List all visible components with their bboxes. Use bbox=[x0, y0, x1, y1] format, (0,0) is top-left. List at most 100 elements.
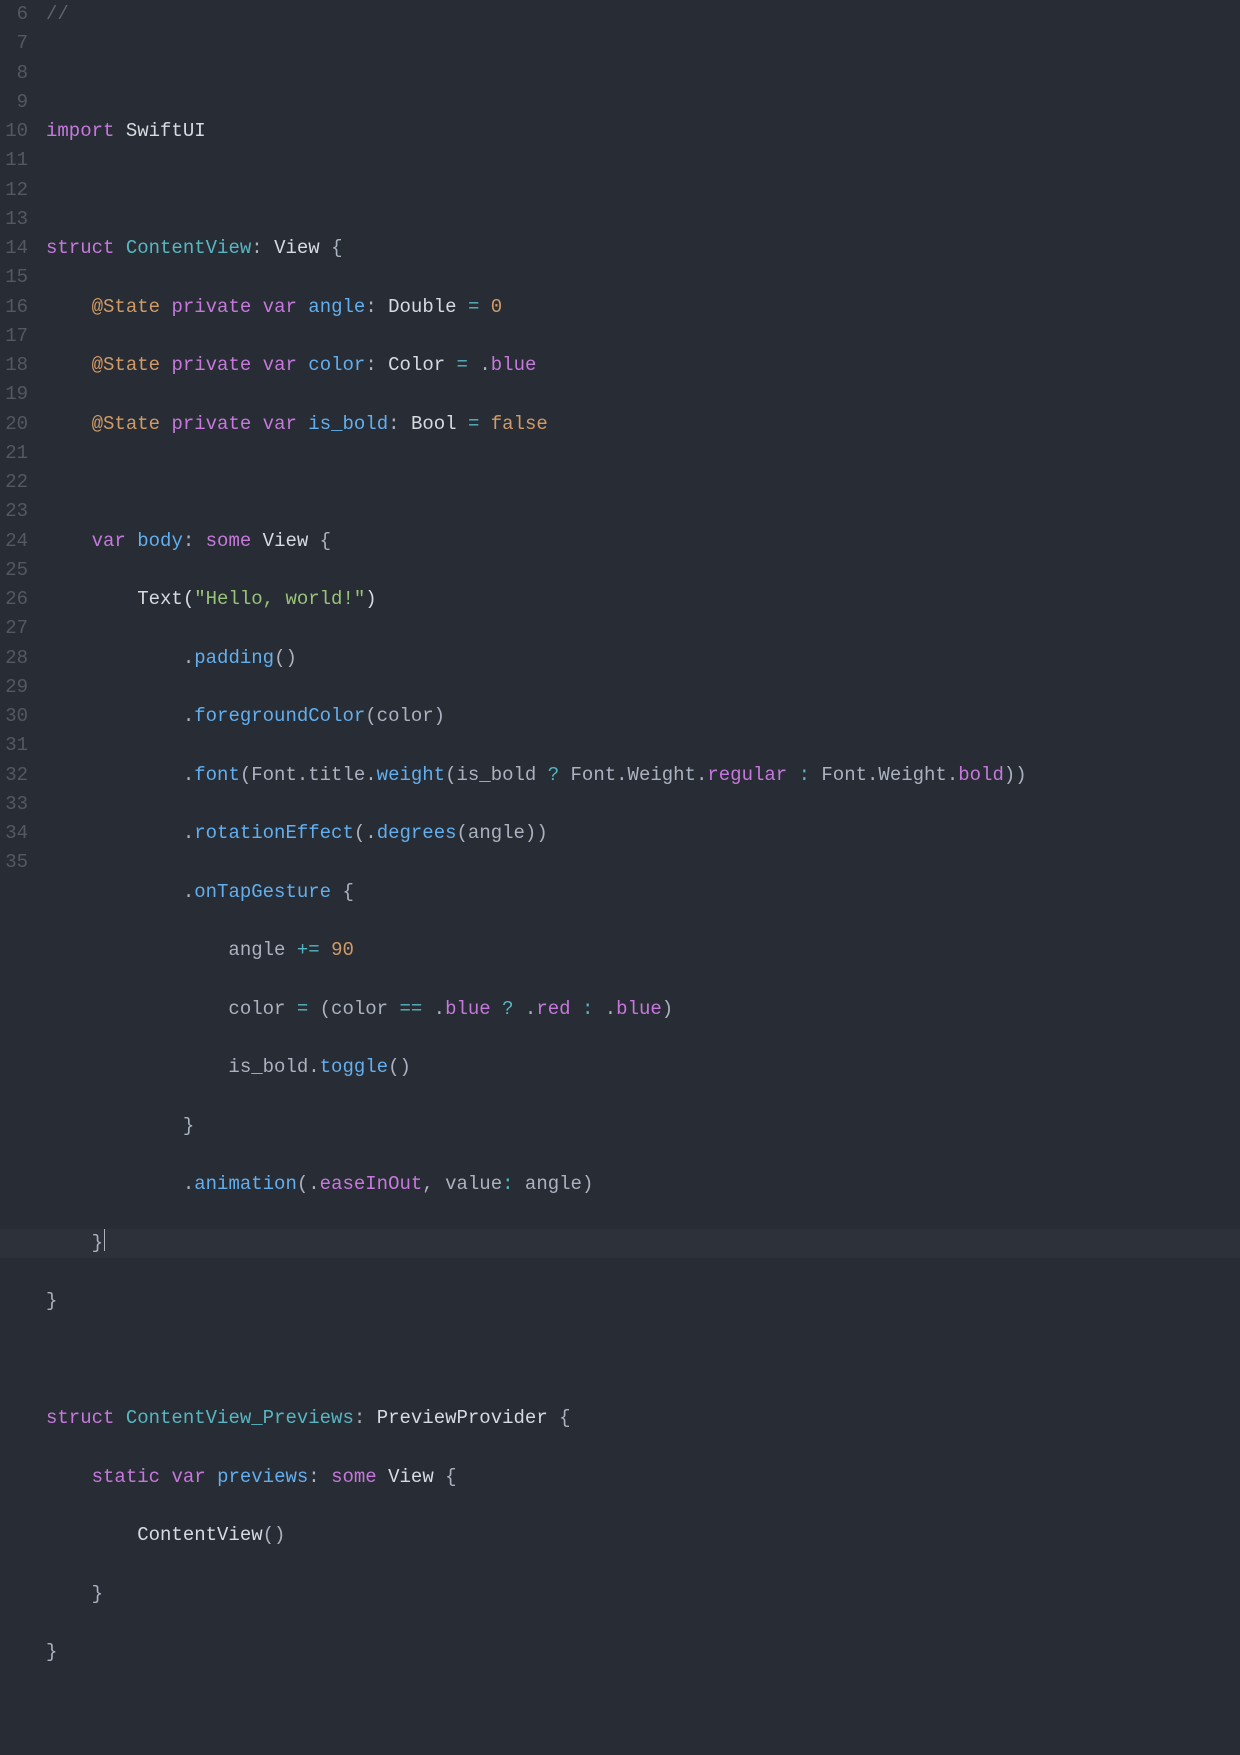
token-pln: Font.Weight. bbox=[810, 764, 958, 786]
token-pln2: View bbox=[263, 530, 309, 552]
code-line[interactable]: Text("Hello, world!") bbox=[46, 585, 1240, 614]
token-pln: : bbox=[388, 413, 411, 435]
token-attr: @State bbox=[92, 354, 160, 376]
code-line[interactable]: } bbox=[0, 1229, 1240, 1258]
code-area[interactable]: // import SwiftUI struct ContentView: Vi… bbox=[36, 0, 1240, 896]
code-line[interactable]: } bbox=[46, 1580, 1240, 1609]
code-line[interactable] bbox=[46, 59, 1240, 88]
code-line[interactable]: struct ContentView_Previews: PreviewProv… bbox=[46, 1404, 1240, 1433]
token-kw: struct bbox=[46, 1407, 114, 1429]
token-var: is_bold bbox=[308, 413, 388, 435]
token-op: == bbox=[399, 998, 422, 1020]
code-line[interactable]: .onTapGesture { bbox=[46, 878, 1240, 907]
code-line[interactable]: } bbox=[46, 1287, 1240, 1316]
token-pln bbox=[297, 296, 308, 318]
token-pln bbox=[160, 296, 171, 318]
token-pln: Font.Weight. bbox=[559, 764, 707, 786]
code-line[interactable]: // bbox=[46, 0, 1240, 29]
token-enum: blue bbox=[616, 998, 662, 1020]
token-enum: red bbox=[536, 998, 570, 1020]
code-line[interactable] bbox=[46, 1346, 1240, 1375]
token-fn: padding bbox=[194, 647, 274, 669]
token-pln: . bbox=[468, 354, 491, 376]
code-line[interactable]: @State private var angle: Double = 0 bbox=[46, 293, 1240, 322]
code-line[interactable]: .font(Font.title.weight(is_bold ? Font.W… bbox=[46, 761, 1240, 790]
code-line[interactable]: import SwiftUI bbox=[46, 117, 1240, 146]
line-number: 23 bbox=[0, 497, 28, 526]
token-pln bbox=[160, 354, 171, 376]
token-pln: () bbox=[263, 1524, 286, 1546]
code-line[interactable] bbox=[46, 468, 1240, 497]
code-line[interactable]: .rotationEffect(.degrees(angle)) bbox=[46, 819, 1240, 848]
code-line[interactable]: static var previews: some View { bbox=[46, 1463, 1240, 1492]
token-pln2: View bbox=[388, 1466, 434, 1488]
line-number: 10 bbox=[0, 117, 28, 146]
code-line[interactable]: var body: some View { bbox=[46, 527, 1240, 556]
token-pln: } bbox=[46, 1583, 103, 1605]
token-pln bbox=[297, 354, 308, 376]
token-kw: some bbox=[331, 1466, 377, 1488]
token-pln: { bbox=[434, 1466, 457, 1488]
token-pln bbox=[114, 1407, 125, 1429]
token-fn: weight bbox=[377, 764, 445, 786]
token-pln2: View bbox=[274, 237, 320, 259]
token-pln: } bbox=[46, 1115, 194, 1137]
token-pln2: Bool bbox=[411, 413, 457, 435]
token-fn: font bbox=[194, 764, 240, 786]
token-enum: blue bbox=[445, 998, 491, 1020]
code-line[interactable]: } bbox=[46, 1112, 1240, 1141]
token-pln bbox=[571, 998, 582, 1020]
token-pln bbox=[251, 530, 262, 552]
token-pln bbox=[46, 1466, 92, 1488]
token-pln: (. bbox=[354, 822, 377, 844]
token-pln bbox=[377, 1466, 388, 1488]
code-line[interactable]: is_bold.toggle() bbox=[46, 1053, 1240, 1082]
token-pln bbox=[160, 413, 171, 435]
line-number: 8 bbox=[0, 59, 28, 88]
token-pln bbox=[787, 764, 798, 786]
token-pln2: Color bbox=[388, 354, 445, 376]
token-pln bbox=[491, 998, 502, 1020]
token-pln: . bbox=[422, 998, 445, 1020]
token-enum: regular bbox=[707, 764, 787, 786]
token-pln bbox=[479, 296, 490, 318]
code-line[interactable]: color = (color == .blue ? .red : .blue) bbox=[46, 995, 1240, 1024]
code-editor[interactable]: 6789101112131415161718192021222324252627… bbox=[0, 0, 1240, 896]
token-attr: @State bbox=[92, 413, 160, 435]
token-pln bbox=[46, 530, 92, 552]
token-pln: } bbox=[46, 1290, 57, 1312]
code-line[interactable]: @State private var color: Color = .blue bbox=[46, 351, 1240, 380]
code-line[interactable]: ContentView() bbox=[46, 1521, 1240, 1550]
code-line[interactable]: .animation(.easeInOut, value: angle) bbox=[46, 1170, 1240, 1199]
token-cmt: // bbox=[46, 3, 69, 25]
token-pln: . bbox=[46, 881, 194, 903]
code-line[interactable]: @State private var is_bold: Bool = false bbox=[46, 410, 1240, 439]
code-line[interactable] bbox=[46, 176, 1240, 205]
token-op: = bbox=[468, 413, 479, 435]
token-typ: ContentView_Previews bbox=[126, 1407, 354, 1429]
token-pln: angle bbox=[46, 939, 297, 961]
token-bool: false bbox=[491, 413, 548, 435]
token-pln bbox=[160, 1466, 171, 1488]
code-line[interactable]: .foregroundColor(color) bbox=[46, 702, 1240, 731]
token-pln: is_bold. bbox=[46, 1056, 320, 1078]
line-number: 18 bbox=[0, 351, 28, 380]
code-line[interactable]: } bbox=[46, 1638, 1240, 1667]
token-pln: . bbox=[46, 822, 194, 844]
code-line[interactable]: .padding() bbox=[46, 644, 1240, 673]
code-line[interactable] bbox=[46, 1697, 1240, 1726]
token-pln2: PreviewProvider bbox=[377, 1407, 548, 1429]
line-number: 12 bbox=[0, 176, 28, 205]
token-pln: (angle)) bbox=[457, 822, 548, 844]
token-pln: (color) bbox=[365, 705, 445, 727]
token-typ: ContentView bbox=[126, 237, 251, 259]
token-pln2: ) bbox=[365, 588, 376, 610]
token-pln bbox=[114, 237, 125, 259]
token-pln: : bbox=[365, 354, 388, 376]
line-number: 29 bbox=[0, 673, 28, 702]
code-line[interactable]: struct ContentView: View { bbox=[46, 234, 1240, 263]
code-line[interactable]: angle += 90 bbox=[46, 936, 1240, 965]
token-pln: { bbox=[331, 881, 354, 903]
token-kw: static bbox=[92, 1466, 160, 1488]
token-var: angle bbox=[308, 296, 365, 318]
